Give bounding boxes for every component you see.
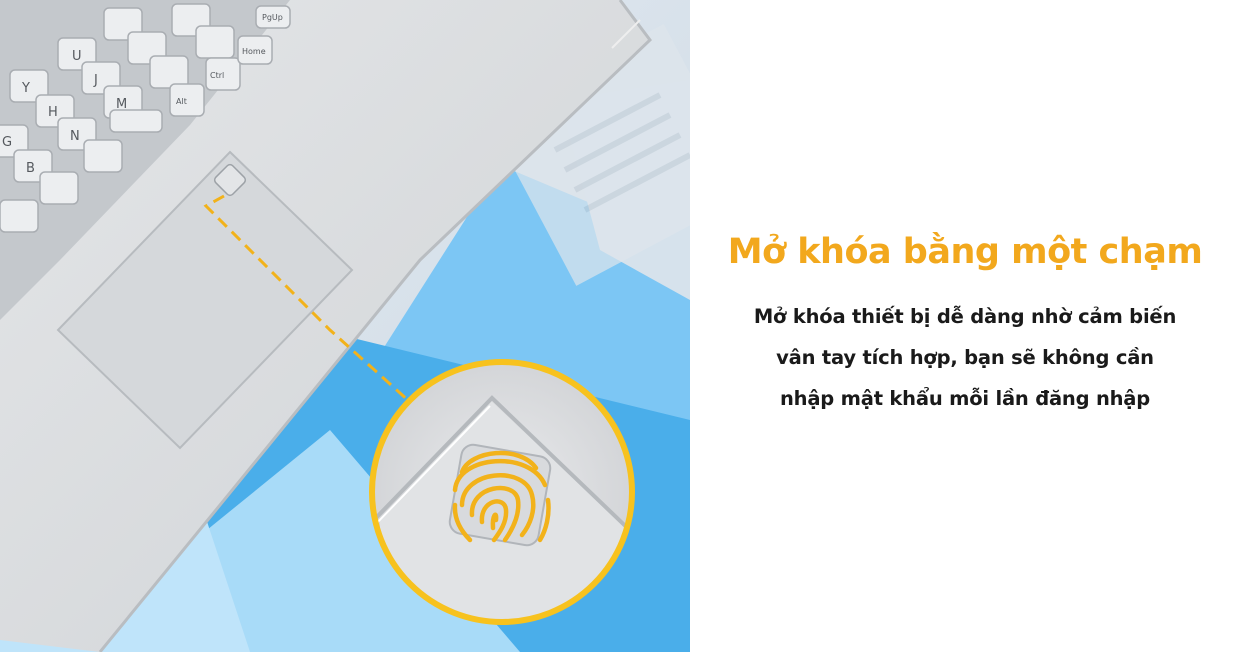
key-label-alt: Alt: [176, 97, 187, 106]
key-label-home: Home: [242, 47, 266, 56]
headline: Mở khóa bằng một chạm: [727, 232, 1203, 272]
description-line-3: nhập mật khẩu mỗi lần đăng nhập: [779, 387, 1151, 410]
key-label-u: U: [72, 49, 82, 64]
key-label-g: G: [2, 135, 12, 150]
text-panel: Mở khóa bằng một chạm Mở khóa thiết bị d…: [690, 0, 1234, 652]
key-label-b: B: [26, 161, 35, 176]
key-label-y: Y: [21, 81, 30, 96]
description-line-2: vân tay tích hợp, bạn sẽ không cần: [776, 346, 1154, 369]
key-label-pgup: PgUp: [262, 13, 283, 22]
description-line-1: Mở khóa thiết bị dễ dàng nhờ cảm biến: [753, 305, 1177, 328]
key-label-h: H: [48, 105, 58, 120]
laptop-illustration: Y U G H J B N M Alt Ctrl Home PgUp: [0, 0, 690, 652]
key-label-ctrl: Ctrl: [210, 71, 224, 80]
key-label-n: N: [70, 129, 80, 144]
key-label-m: M: [116, 97, 127, 112]
key-label-j: J: [93, 73, 98, 88]
description: Mở khóa thiết bị dễ dàng nhờ cảm biến vâ…: [720, 296, 1210, 419]
hero-image: Y U G H J B N M Alt Ctrl Home PgUp: [0, 0, 690, 652]
